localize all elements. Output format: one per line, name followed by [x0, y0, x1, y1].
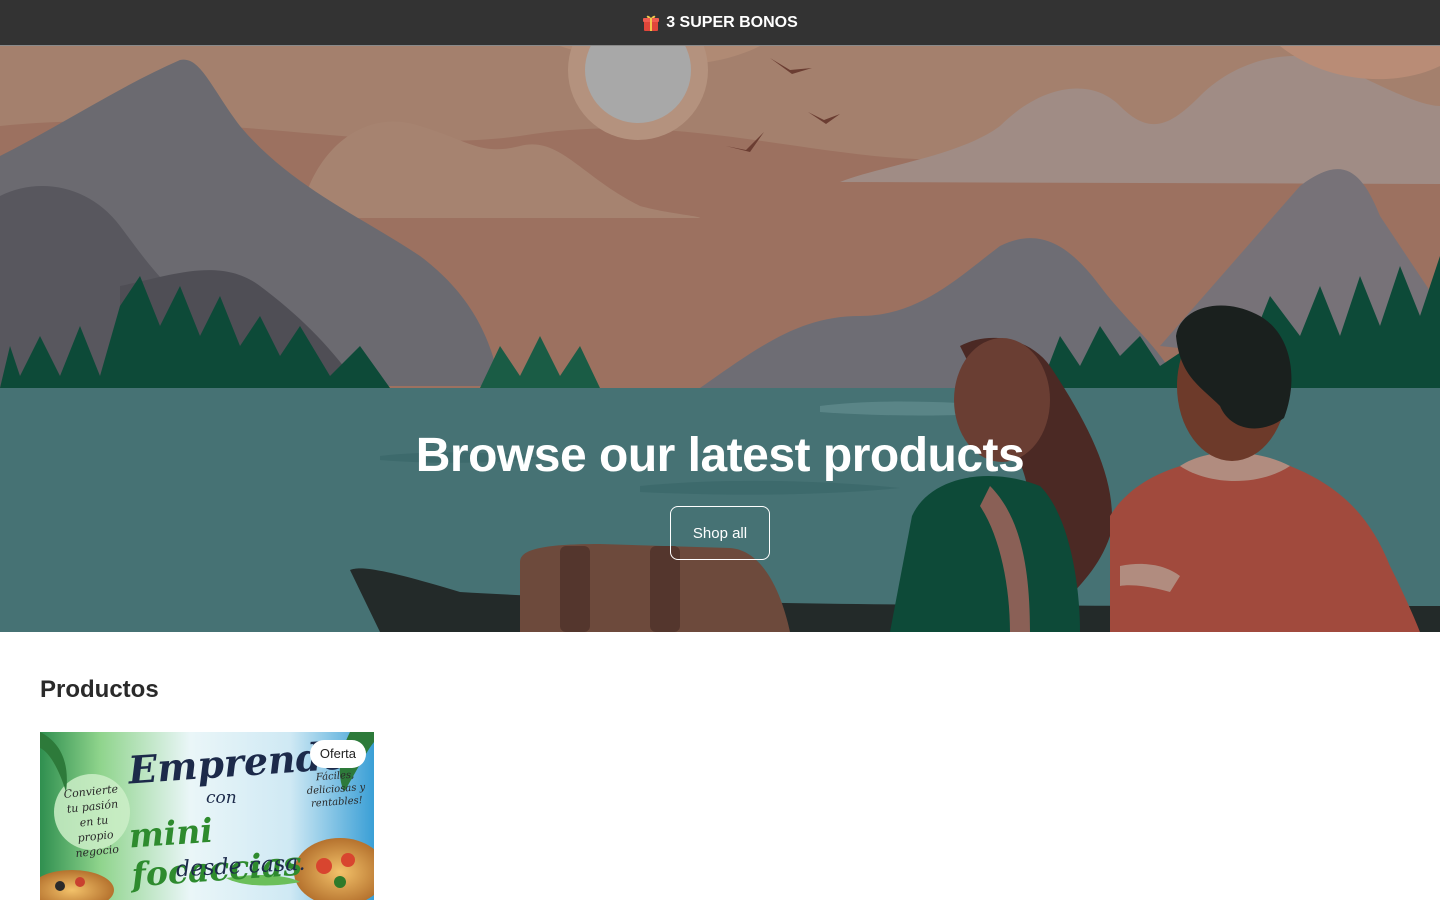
gift-icon	[643, 15, 660, 31]
promo-right-note: Fáciles, deliciosas y rentables!	[306, 769, 366, 810]
shop-all-button[interactable]: Shop all	[670, 506, 770, 560]
hero-banner: Browse our latest products Shop all	[0, 46, 1440, 632]
products-heading: Productos	[40, 676, 159, 703]
promo-connector: con	[206, 788, 237, 808]
announcement-bar: 3 SUPER BONOS	[0, 0, 1440, 46]
promo-left-note: Convierte tu pasión en tu propio negocio	[63, 782, 120, 861]
hero-title: Browse our latest products	[415, 429, 1025, 482]
product-card[interactable]: Emprende con mini focaccias desde casa. …	[40, 732, 374, 900]
announcement-text: 3 SUPER BONOS	[666, 13, 798, 31]
sale-badge: Oferta	[309, 740, 366, 768]
